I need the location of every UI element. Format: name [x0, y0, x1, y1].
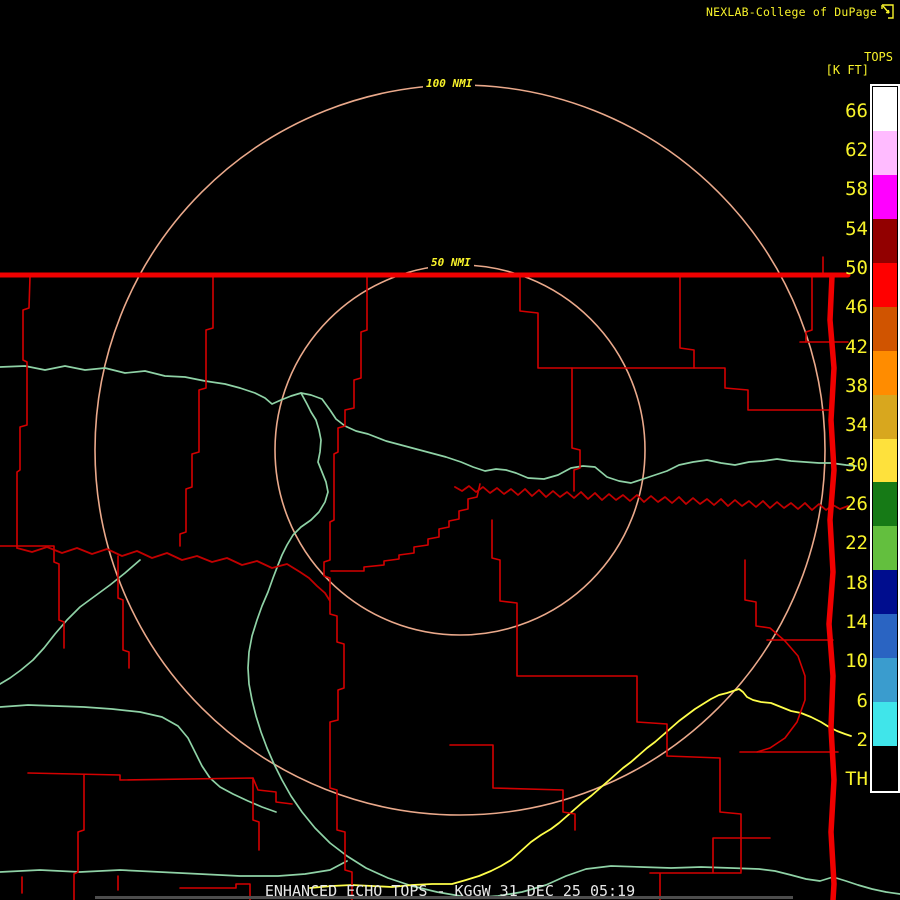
- legend-color-segment: [873, 438, 897, 483]
- legend-color-segment: [873, 526, 897, 571]
- legend-tick-label: 42: [845, 335, 868, 358]
- legend-tick-label: 30: [845, 453, 868, 476]
- legend-tick-label: 18: [845, 571, 868, 594]
- legend-color-segment: [873, 306, 897, 351]
- box-arrow-icon: [881, 4, 894, 19]
- legend-tick-label: 10: [845, 650, 868, 673]
- legend-color-segment: [873, 262, 897, 307]
- legend-tick-label: 46: [845, 296, 868, 319]
- legend-color-segment: [873, 702, 897, 747]
- bottom-gray-bar: [95, 896, 793, 899]
- legend-tick-label: 26: [845, 493, 868, 515]
- legend-tick-label: 50: [845, 256, 868, 279]
- legend-tick-label: 62: [845, 138, 868, 161]
- legend-color-segment: [873, 658, 897, 703]
- legend-tick-label: 14: [845, 611, 868, 634]
- legend-color-segment: [873, 570, 897, 615]
- legend-color-segment: [873, 350, 897, 395]
- brand-text: NEXLAB-College of DuPage: [706, 5, 877, 19]
- range-ring-label-100nmi: 100 NMI: [423, 77, 476, 90]
- legend-color-segment: [873, 87, 897, 131]
- legend-color-segment: [873, 174, 897, 219]
- legend-color-segment: [873, 482, 897, 527]
- rivers-green: [0, 365, 900, 899]
- radar-display: 100 NMI 50 NMI NEXLAB-College of DuPage …: [0, 0, 900, 900]
- range-ring-outer: [94, 84, 826, 816]
- county-borders: [0, 256, 849, 900]
- legend-tick-label: 34: [845, 414, 868, 437]
- legend-tick-label: 22: [845, 532, 868, 555]
- range-ring-label-50nmi: 50 NMI: [428, 256, 474, 269]
- river-red: [16, 485, 849, 602]
- legend-unit: [K FT]: [825, 63, 869, 77]
- legend-tick-label: 54: [845, 217, 868, 240]
- river-yellow: [309, 688, 852, 889]
- legend-color-segment: [873, 746, 897, 790]
- legend-colorbar: [870, 84, 900, 793]
- legend-tick-label: 6: [856, 689, 868, 712]
- legend-color-segment: [873, 614, 897, 659]
- legend-tick-label: TH: [845, 768, 868, 791]
- map-layer: [0, 84, 900, 900]
- legend-tick-label: 66: [845, 99, 868, 122]
- legend-tick-label: 58: [845, 178, 868, 201]
- legend-color-segment: [873, 218, 897, 263]
- legend-color-segment: [873, 130, 897, 175]
- legend-labels: 66 62 58 54 50 46 42 38 34 30 26 22 18 14 10 6 2 TH: [830, 84, 868, 794]
- legend-tick-label: 2: [856, 729, 868, 752]
- legend-color-segment: [873, 394, 897, 439]
- legend-tick-label: 38: [845, 374, 868, 397]
- legend-title: TOPS: [864, 50, 893, 64]
